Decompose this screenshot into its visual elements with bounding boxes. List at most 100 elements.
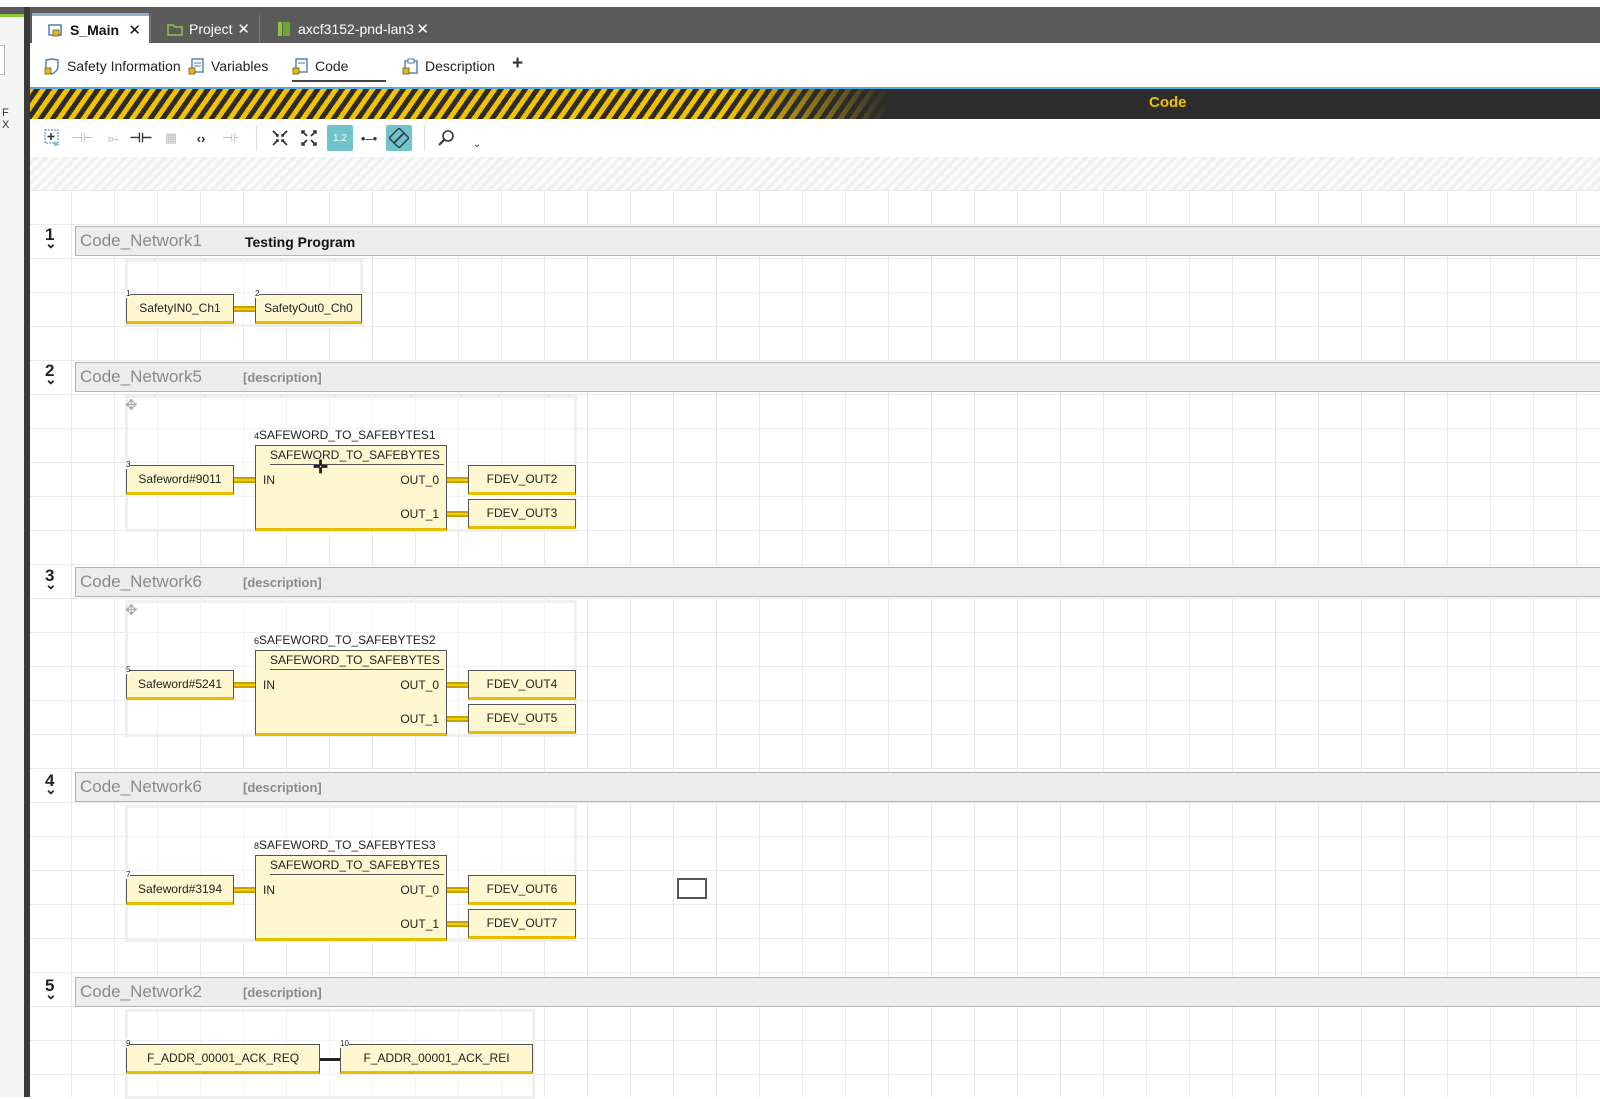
connection-wire [234, 682, 255, 688]
variable-box[interactable]: 10 F_ADDR_00001_ACK_REI [340, 1039, 533, 1074]
block-type: SAFEWORD_TO_SAFEBYTES [270, 448, 444, 465]
variable-box[interactable]: 3 Safeword#9011 [126, 460, 234, 495]
connect-icon[interactable]: •–• [358, 127, 380, 149]
close-icon[interactable]: ✕ [128, 21, 141, 39]
variable-box[interactable]: FDEV_OUT2 [468, 465, 576, 495]
network-description[interactable]: [description] [243, 985, 322, 1000]
move-handle-icon[interactable]: ✥ [125, 601, 138, 619]
numbering-icon[interactable]: 1.2 [327, 125, 353, 151]
branch-icon[interactable]: ⊣⊦ [220, 127, 242, 149]
pin-out-1: OUT_1 [400, 507, 439, 521]
network-description[interactable]: [description] [243, 575, 322, 590]
brackets-icon[interactable]: ‹› [190, 127, 212, 149]
expand-icon[interactable] [298, 127, 320, 149]
subtab-variables[interactable]: Variables [188, 55, 268, 77]
autoroute-icon[interactable] [386, 125, 412, 151]
element-number: 1 [126, 289, 131, 298]
element-number: 5 [126, 665, 131, 674]
tab-label: Project [189, 21, 233, 37]
project-folder-icon [167, 22, 183, 36]
close-icon[interactable]: ✕ [416, 20, 429, 38]
network-header[interactable]: Code_Network6 [description] [75, 567, 1600, 597]
element-number: 10 [340, 1039, 349, 1048]
element-number: 7 [126, 870, 131, 879]
network-description[interactable]: Testing Program [245, 234, 355, 250]
network-name: Code_Network2 [80, 982, 202, 1001]
network-header[interactable]: Code_Network5 [description] [75, 362, 1600, 392]
variable-label: FDEV_OUT2 [486, 472, 558, 486]
variable-box[interactable]: 7 Safeword#3194 [126, 870, 234, 905]
move-handle-icon[interactable]: ✥ [125, 396, 138, 414]
network-number[interactable]: 4 [45, 771, 57, 798]
pin-out-0: OUT_0 [400, 883, 439, 897]
subtab-safety-information[interactable]: Safety Information [44, 55, 181, 77]
zoom-icon[interactable] [436, 127, 458, 149]
variable-box[interactable]: 9 F_ADDR_00001_ACK_REQ [126, 1039, 320, 1074]
add-subtab-button[interactable]: + [512, 53, 523, 75]
close-icon[interactable]: ✕ [237, 20, 250, 38]
network-name: Code_Network6 [80, 572, 202, 591]
tab-s-main[interactable]: S_Main ✕ [32, 13, 149, 43]
variable-box[interactable]: FDEV_OUT5 [468, 704, 576, 734]
variable-label: SafetyIN0_Ch1 [139, 301, 221, 315]
subtab-description[interactable]: Description [402, 55, 495, 77]
variable-box[interactable]: FDEV_OUT3 [468, 499, 576, 529]
network-name: Code_Network1 [80, 231, 202, 250]
canvas-header-hatch [30, 157, 1600, 190]
network-header[interactable]: Code_Network6 [description] [75, 772, 1600, 802]
variable-box[interactable]: FDEV_OUT4 [468, 670, 576, 700]
variable-box[interactable]: 5 Safeword#5241 [126, 665, 234, 700]
subtab-code[interactable]: Code [292, 55, 388, 82]
variable-label: Safeword#3194 [137, 882, 223, 896]
parallel-icon[interactable]: ⊣⊢ [130, 127, 153, 149]
description-icon [402, 58, 418, 75]
document-tab-bar: S_Main ✕ Project ✕ axcf3152-pnd-lan3 ✕ [30, 7, 1600, 43]
contact-icon[interactable]: ⊣⊢ [72, 127, 95, 149]
network-header[interactable]: Code_Network2 [description] [75, 977, 1600, 1007]
insert-network-icon[interactable] [42, 127, 64, 149]
network-description[interactable]: [description] [243, 370, 322, 385]
variable-box[interactable]: FDEV_OUT7 [468, 909, 576, 939]
network-header[interactable]: Code_Network1 Testing Program [75, 226, 1600, 256]
network-name: Code_Network5 [80, 367, 202, 386]
element-number: 9 [126, 1039, 131, 1048]
function-block[interactable]: SAFEWORD_TO_SAFEBYTES IN OUT_0 OUT_1 [255, 650, 447, 736]
variables-icon [188, 57, 204, 75]
connection-wire [320, 1058, 340, 1061]
subtab-label: Variables [211, 58, 269, 74]
subtab-label: Code [315, 58, 349, 74]
pin-out-1: OUT_1 [400, 712, 439, 726]
left-panel-accent [0, 14, 24, 17]
connection-wire [234, 887, 255, 893]
collapse-icon[interactable] [269, 127, 291, 149]
function-block[interactable]: SAFEWORD_TO_SAFEBYTES IN OUT_0 OUT_1 [255, 855, 447, 941]
editor-title: Code [1149, 94, 1187, 111]
safety-info-icon [44, 57, 60, 75]
network-number[interactable]: 1 [45, 225, 57, 252]
tab-project[interactable]: Project ✕ [150, 15, 258, 43]
left-panel-input-edge[interactable] [0, 45, 5, 75]
variable-label: FDEV_OUT3 [486, 506, 558, 520]
variable-label: Safeword#5241 [137, 677, 223, 691]
variable-label: F_ADDR_00001_ACK_REQ [146, 1051, 300, 1065]
variable-box[interactable]: 2 SafetyOut0_Ch0 [255, 289, 362, 324]
coil-icon[interactable]: »- [102, 127, 124, 149]
network-description[interactable]: [description] [243, 780, 322, 795]
tab-device[interactable]: axcf3152-pnd-lan3 ✕ [259, 15, 437, 43]
network-number[interactable]: 3 [45, 566, 57, 593]
pin-out-0: OUT_0 [400, 473, 439, 487]
variable-label: FDEV_OUT4 [486, 677, 558, 691]
network-number[interactable]: 2 [45, 361, 57, 388]
subtab-label: Safety Information [67, 58, 181, 74]
tab-label: axcf3152-pnd-lan3 [298, 21, 414, 37]
function-block[interactable]: SAFEWORD_TO_SAFEBYTES IN OUT_0 OUT_1 [255, 445, 447, 531]
element-number: 3 [126, 460, 131, 469]
empty-placeholder-box[interactable] [677, 878, 707, 899]
variable-box[interactable]: 1 SafetyIN0_Ch1 [126, 289, 234, 324]
zoom-dropdown-chevron-icon[interactable]: ⌄ [466, 133, 488, 155]
block-icon[interactable]: ▦ [160, 127, 182, 149]
variable-label: FDEV_OUT6 [486, 882, 558, 896]
tab-label: S_Main [70, 21, 120, 38]
variable-box[interactable]: FDEV_OUT6 [468, 875, 576, 905]
network-number[interactable]: 5 [45, 976, 57, 1003]
